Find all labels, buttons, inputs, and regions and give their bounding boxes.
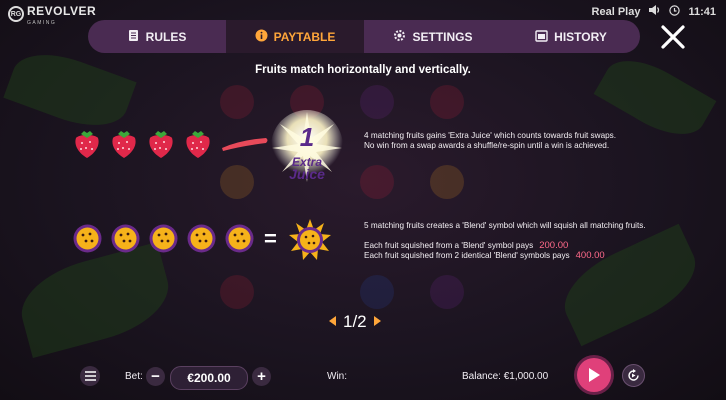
paytable-heading: Fruits match horizontally and vertically… [255, 64, 471, 76]
calendar-icon [535, 29, 548, 45]
blend-pay-line-1: Each fruit squished from a 'Blend' symbo… [364, 241, 684, 251]
extra-juice-badge: 1 Extra Juice [270, 110, 344, 194]
autoplay-button[interactable] [622, 364, 645, 387]
brand-mark: RG [8, 6, 24, 22]
menu-tabs: RULES PAYTABLE SETTINGS HISTORY [88, 20, 640, 53]
pager: 1/2 [328, 312, 382, 332]
brand-sub: GAMING [27, 20, 57, 26]
sound-icon[interactable] [648, 4, 661, 19]
extra-juice-description: 4 matching fruits gains 'Extra Juice' wh… [364, 131, 664, 151]
blend-desc-1: 5 matching fruits creates a 'Blend' symb… [364, 221, 646, 230]
strawberry-icon [186, 131, 210, 158]
tab-label: RULES [145, 29, 187, 44]
hamburger-icon [84, 371, 96, 381]
status-bar: Real Play 11:41 [592, 4, 716, 19]
clock-icon [669, 4, 681, 19]
passionfruit-row [72, 223, 255, 254]
bet-label: Bet: [125, 371, 143, 382]
bet-increase-button[interactable]: + [252, 367, 271, 386]
menu-button[interactable] [80, 366, 100, 386]
blend-icon [289, 219, 331, 260]
play-mode-label: Real Play [591, 5, 641, 18]
tab-label: HISTORY [554, 29, 607, 44]
spin-button[interactable] [577, 358, 611, 392]
close-icon [661, 25, 685, 49]
extra-juice-desc-2: No win from a swap awards a shuffle/re-s… [364, 141, 610, 150]
juice-splash-icon [222, 138, 268, 151]
balance-label: Balance: €1,000.00 [462, 371, 549, 382]
background-board [200, 65, 530, 345]
extra-juice-desc-1: 4 matching fruits gains 'Extra Juice' wh… [364, 131, 617, 140]
strawberry-icon [112, 131, 136, 158]
brand-logo: RG REVOLVER GAMING [8, 2, 96, 26]
arrow-right-icon [373, 316, 381, 326]
tab-rules[interactable]: RULES [88, 20, 226, 53]
bottom-bar [0, 355, 726, 400]
tab-label: SETTINGS [412, 29, 473, 44]
passionfruit-icon [225, 224, 254, 253]
tab-label: PAYTABLE [273, 29, 336, 44]
play-icon [589, 368, 600, 382]
prev-page-button[interactable] [328, 312, 337, 332]
win-label: Win: [327, 371, 347, 382]
book-icon [128, 29, 140, 45]
page-indicator: 1/2 [343, 312, 367, 331]
brand-name: REVOLVER [27, 4, 97, 18]
blend-symbol [288, 218, 332, 267]
extra-juice-line2: Juice [289, 166, 325, 182]
equals-sign: = [264, 226, 277, 251]
passionfruit-icon [73, 224, 102, 253]
next-page-button[interactable] [373, 312, 382, 332]
passionfruit-icon [111, 224, 140, 253]
blend-pay-2-value: 400.00 [575, 250, 605, 261]
strawberry-icon [149, 131, 173, 158]
bet-value: €200.00 [170, 366, 248, 390]
autoplay-icon [628, 369, 639, 381]
arrow-left-icon [329, 316, 336, 326]
bet-decrease-button[interactable]: − [146, 367, 165, 386]
passionfruit-icon [187, 224, 216, 253]
blend-pay-1-label: Each fruit squished from a 'Blend' symbo… [364, 241, 534, 250]
tab-history[interactable]: HISTORY [502, 20, 640, 53]
clock-time: 11:41 [688, 5, 716, 18]
extra-juice-count: 1 [299, 122, 315, 152]
blend-description: 5 matching fruits creates a 'Blend' symb… [364, 221, 684, 261]
tab-settings[interactable]: SETTINGS [364, 20, 502, 53]
strawberry-icon [75, 131, 99, 158]
gear-icon [393, 29, 406, 45]
blend-pay-1-value: 200.00 [539, 240, 569, 251]
close-button[interactable] [658, 22, 688, 52]
info-icon [255, 29, 268, 45]
tab-paytable[interactable]: PAYTABLE [226, 20, 364, 53]
passionfruit-icon [149, 224, 178, 253]
blend-pay-2-label: Each fruit squished from 2 identical 'Bl… [364, 251, 570, 260]
blend-pay-line-2: Each fruit squished from 2 identical 'Bl… [364, 251, 684, 261]
strawberry-row [72, 128, 270, 160]
